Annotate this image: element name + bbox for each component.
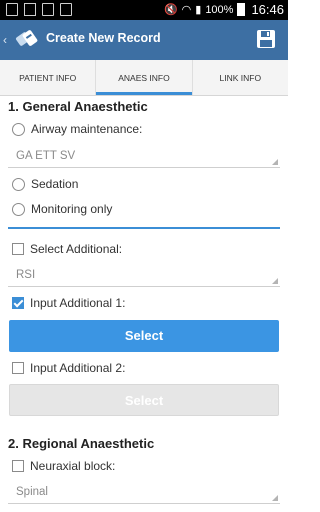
sedation-option[interactable]: Sedation: [12, 177, 78, 191]
airway-spinner[interactable]: GA ETT SV: [8, 146, 280, 168]
neuraxial-spinner[interactable]: Spinal: [8, 482, 280, 504]
notification-app-icon: [6, 3, 18, 16]
monitoring-radio[interactable]: [12, 202, 25, 216]
mail-icon: [24, 3, 36, 16]
spinner-arrow-icon: [272, 159, 278, 165]
tab-bar: PATIENT INFO ANAES INFO LINK INFO: [0, 60, 288, 96]
regional-anaesthetic-heading: 2. Regional Anaesthetic: [8, 436, 155, 451]
battery-percent: 100%: [205, 3, 234, 16]
save-icon[interactable]: [256, 29, 276, 49]
signal-icon: ▮: [195, 4, 202, 16]
clock: 16:46: [251, 2, 284, 17]
status-bar: 🔇 ◠ ▮ 100% 16:46: [0, 0, 288, 20]
airway-radio[interactable]: [12, 122, 25, 136]
tab-anaes-info[interactable]: ANAES INFO: [95, 60, 192, 95]
sedation-label: Sedation: [31, 177, 79, 191]
monitoring-option[interactable]: Monitoring only: [12, 202, 112, 216]
select-additional-option[interactable]: Select Additional:: [12, 242, 122, 256]
section-divider: [8, 227, 280, 229]
input-additional2-label: Input Additional 2:: [30, 361, 126, 375]
neuraxial-block-option[interactable]: Neuraxial block:: [12, 459, 115, 473]
select-button-1[interactable]: Select: [9, 320, 279, 352]
back-caret-icon[interactable]: ‹: [3, 33, 7, 47]
input-additional1-checkbox[interactable]: [12, 297, 24, 309]
select-additional-value: RSI: [16, 269, 36, 281]
select-additional-label: Select Additional:: [30, 242, 123, 256]
battery-icon: [237, 3, 246, 16]
input-additional2-option[interactable]: Input Additional 2:: [12, 361, 125, 375]
mute-icon: 🔇: [163, 4, 178, 16]
neuraxial-label: Neuraxial block:: [30, 459, 116, 473]
tab-link-info[interactable]: LINK INFO: [191, 60, 288, 95]
spinner-arrow-icon: [272, 495, 278, 501]
excel-icon: [60, 3, 72, 16]
screen-title: Create New Record: [46, 31, 161, 45]
action-bar: ‹ Create New Record: [0, 20, 288, 60]
wifi-icon: ◠: [181, 4, 192, 16]
sedation-radio[interactable]: [12, 177, 25, 191]
monitoring-label: Monitoring only: [31, 202, 113, 216]
general-anaesthetic-heading: 1. General Anaesthetic: [8, 99, 148, 114]
airway-spinner-value: GA ETT SV: [16, 150, 76, 162]
tab-patient-info[interactable]: PATIENT INFO: [0, 60, 95, 95]
spinner-arrow-icon: [272, 278, 278, 284]
airway-maintenance-option[interactable]: Airway maintenance:: [12, 122, 142, 136]
select-additional-spinner[interactable]: RSI: [8, 265, 280, 287]
select-additional-checkbox[interactable]: [12, 243, 24, 255]
input-additional1-option[interactable]: Input Additional 1:: [12, 296, 125, 310]
input-additional1-label: Input Additional 1:: [30, 296, 126, 310]
airway-label: Airway maintenance:: [31, 122, 143, 136]
neuraxial-value: Spinal: [16, 486, 48, 498]
select-button-2: Select: [9, 384, 279, 416]
input-additional2-checkbox[interactable]: [12, 362, 24, 374]
neuraxial-checkbox[interactable]: [12, 460, 24, 472]
app-logo-icon[interactable]: [14, 26, 40, 52]
photo-icon: [42, 3, 54, 16]
